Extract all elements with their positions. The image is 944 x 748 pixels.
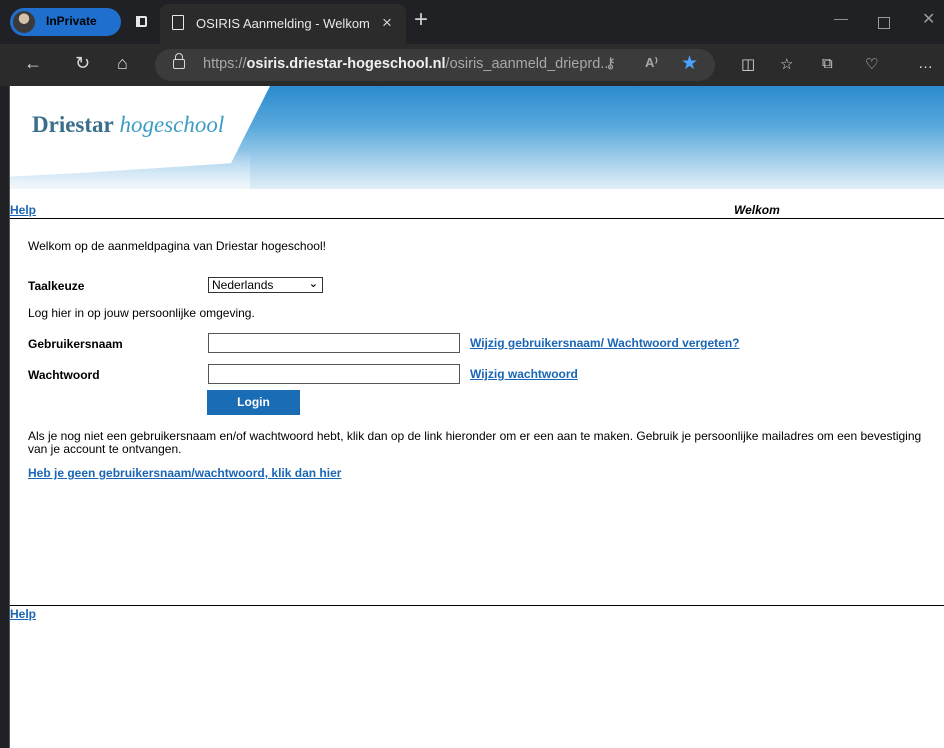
refresh-icon[interactable]: ↻ <box>75 53 90 74</box>
minimize-icon[interactable]: — <box>834 10 848 26</box>
maximize-icon[interactable] <box>878 17 890 29</box>
read-aloud-icon[interactable]: A⁾ <box>645 55 658 71</box>
home-icon[interactable]: ⌂ <box>117 53 128 74</box>
driestar-logo: Driestar hogeschool <box>32 112 224 138</box>
tab-title: OSIRIS Aanmelding - Welkom <box>196 16 370 31</box>
favorites-icon[interactable]: ☆ <box>780 55 793 73</box>
help-link-bottom[interactable]: Help <box>10 607 36 621</box>
more-icon[interactable]: … <box>918 55 933 72</box>
close-tab-icon[interactable]: × <box>382 13 392 33</box>
tab-actions-icon[interactable] <box>136 16 147 27</box>
language-label: Taalkeuze <box>28 279 85 293</box>
login-instruction: Log hier in op jouw persoonlijke omgevin… <box>28 306 255 320</box>
chevron-down-icon: ⌄ <box>308 278 318 290</box>
password-label: Wachtwoord <box>28 368 100 382</box>
intro-text: Welkom op de aanmeldpagina van Driestar … <box>28 239 326 253</box>
password-key-icon[interactable]: ⚷ <box>605 54 616 72</box>
browser-essentials-icon[interactable]: ♡ <box>865 55 878 73</box>
new-tab-icon[interactable]: + <box>414 6 428 34</box>
username-label: Gebruikersnaam <box>28 337 123 351</box>
change-username-link[interactable]: Wijzig gebruikersnaam/ Wachtwoord verget… <box>470 336 740 350</box>
username-input[interactable] <box>208 333 460 353</box>
language-selected-value: Nederlands <box>212 278 274 292</box>
split-screen-icon[interactable]: ◫ <box>741 55 755 73</box>
info-text: Als je nog niet een gebruikersnaam en/of… <box>28 429 922 456</box>
url-input[interactable]: https://osiris.driestar-hogeschool.nl/os… <box>155 49 715 81</box>
web-page: Driestar hogeschool Help Welkom Welkom o… <box>10 86 944 748</box>
back-icon[interactable]: ← <box>24 53 42 74</box>
favorite-star-icon[interactable]: ★ <box>681 52 698 75</box>
window-close-icon[interactable]: ✕ <box>922 9 935 29</box>
password-input[interactable] <box>208 364 460 384</box>
change-password-link[interactable]: Wijzig wachtwoord <box>470 367 578 381</box>
profile-avatar-icon <box>13 11 35 33</box>
page-title: Welkom <box>734 203 780 217</box>
browser-tab[interactable]: OSIRIS Aanmelding - Welkom × <box>160 4 406 44</box>
login-button[interactable]: Login <box>207 390 300 415</box>
create-account-link[interactable]: Heb je geen gebruikersnaam/wachtwoord, k… <box>28 466 341 480</box>
collections-icon[interactable]: ⧉ <box>822 55 833 72</box>
address-bar-row: ← ↻ ⌂ https://osiris.driestar-hogeschool… <box>0 44 944 86</box>
logo-text-sub: hogeschool <box>119 112 225 137</box>
divider-top <box>10 218 944 219</box>
logo-fade <box>10 151 250 191</box>
divider-bottom <box>10 605 944 606</box>
header-banner: Driestar hogeschool <box>10 86 944 191</box>
lock-icon[interactable] <box>173 53 185 69</box>
inprivate-label: InPrivate <box>46 14 97 28</box>
logo-text-main: Driestar <box>32 112 114 137</box>
language-select[interactable]: Nederlands ⌄ <box>208 277 323 293</box>
inprivate-badge[interactable]: InPrivate <box>10 8 121 36</box>
url-text: https://osiris.driestar-hogeschool.nl/os… <box>203 56 613 72</box>
browser-tab-bar: InPrivate OSIRIS Aanmelding - Welkom × +… <box>0 0 944 44</box>
help-link-top[interactable]: Help <box>10 203 36 217</box>
page-icon <box>172 15 184 30</box>
